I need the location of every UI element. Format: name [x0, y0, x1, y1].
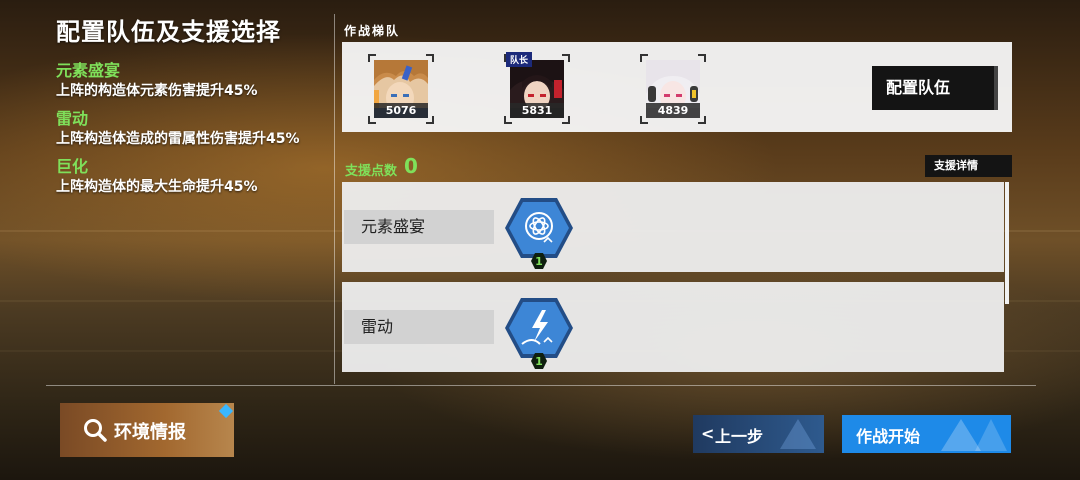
environment-intel-button[interactable]: 环境情报 [60, 403, 234, 457]
support-points-label: 支援点数 [345, 164, 398, 179]
support-name: 雷动 [344, 310, 494, 344]
previous-step-label: 上一步 [715, 427, 764, 446]
buff-description: 上阵构造体造成的雷属性伤害提升45% [56, 131, 300, 147]
team-section-title: 作战梯队 [344, 24, 401, 38]
support-card[interactable]: 元素盛宴 1 [342, 182, 1004, 272]
team-member-slot[interactable]: 4839 [640, 54, 706, 124]
support-name: 元素盛宴 [344, 210, 494, 244]
search-icon [82, 417, 108, 447]
notification-diamond-icon [218, 403, 234, 419]
start-battle-label: 作战开始 [856, 427, 921, 446]
combat-power: 4839 [646, 103, 700, 118]
page-title: 配置队伍及支援选择 [56, 18, 281, 46]
buff-panel: 配置队伍及支援选择 元素盛宴 上阵的构造体元素伤害提升45% 雷动 上阵构造体造… [56, 12, 326, 205]
level-badge: 1 [530, 352, 548, 370]
combat-power: 5831 [510, 103, 564, 118]
svg-text:1: 1 [535, 255, 543, 268]
buff-name: 巨化 [56, 157, 89, 176]
buff-item: 元素盛宴 上阵的构造体元素伤害提升45% [56, 61, 326, 101]
captain-badge: 队长 [506, 52, 533, 67]
support-list[interactable]: 元素盛宴 1 雷动 1 [342, 182, 1004, 372]
atom-icon[interactable] [504, 196, 574, 260]
team-member-slot[interactable]: 队长 5831 [504, 52, 570, 124]
start-battle-button[interactable]: 作战开始 [842, 415, 1011, 453]
configure-team-button[interactable]: 配置队伍 [872, 66, 998, 110]
vertical-divider [334, 14, 335, 384]
buff-name: 元素盛宴 [56, 61, 121, 80]
chevron-left-icon: < [701, 424, 715, 443]
previous-step-button[interactable]: < 上一步 [693, 415, 824, 453]
support-details-button[interactable]: 支援详情 [925, 155, 1012, 177]
level-badge: 1 [530, 252, 548, 270]
buff-name: 雷动 [56, 109, 89, 128]
buff-item: 雷动 上阵构造体造成的雷属性伤害提升45% [56, 109, 326, 149]
environment-intel-label: 环境情报 [114, 422, 186, 443]
buff-description: 上阵构造体的最大生命提升45% [56, 179, 258, 195]
horizontal-divider [46, 385, 1036, 386]
buff-description: 上阵的构造体元素伤害提升45% [56, 83, 258, 99]
support-points-value: 0 [404, 154, 418, 178]
support-list-scrollbar[interactable] [1005, 182, 1009, 304]
team-member-slot[interactable]: 5076 [368, 54, 434, 124]
lightning-icon[interactable] [504, 296, 574, 360]
support-card[interactable]: 雷动 1 [342, 282, 1004, 372]
combat-power: 5076 [374, 103, 428, 118]
svg-text:1: 1 [535, 355, 543, 368]
buff-item: 巨化 上阵构造体的最大生命提升45% [56, 157, 326, 197]
